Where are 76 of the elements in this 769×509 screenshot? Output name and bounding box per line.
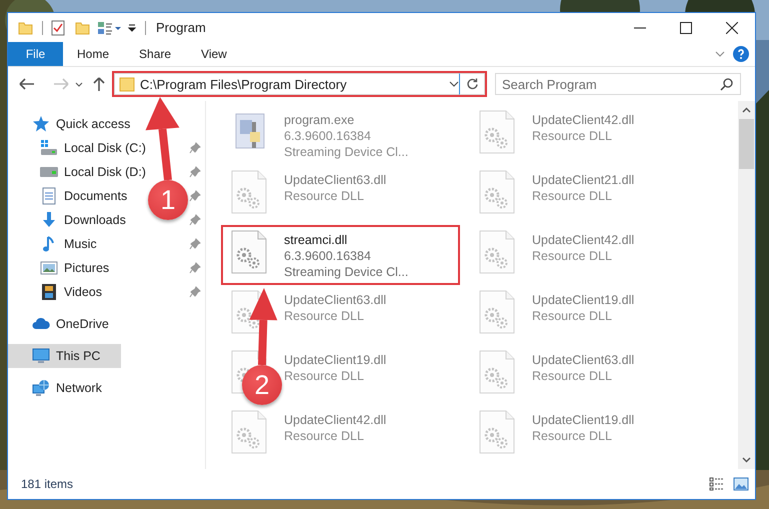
pin-icon[interactable] <box>189 238 201 250</box>
network-icon <box>32 379 50 397</box>
film-icon <box>40 283 58 301</box>
drive-icon <box>40 139 58 157</box>
close-icon[interactable] <box>726 22 738 34</box>
file-name: UpdateClient19.dll <box>532 292 634 308</box>
sidebar-item[interactable]: Documents <box>8 184 132 208</box>
sidebar-item[interactable]: Pictures <box>8 256 114 280</box>
sidebar-item[interactable]: Local Disk (D:) <box>8 160 150 184</box>
file-detail: Resource DLL <box>532 128 613 144</box>
pin-icon[interactable] <box>189 142 201 154</box>
search-icon <box>720 77 734 91</box>
ribbon-tab[interactable]: Share <box>124 42 186 66</box>
maximize-icon[interactable] <box>680 22 692 34</box>
file-name: UpdateClient42.dll <box>284 412 386 428</box>
file-detail: Resource DLL <box>532 308 613 324</box>
pin-icon[interactable] <box>189 286 201 298</box>
checklist-icon <box>51 20 65 36</box>
file-name: UpdateClient63.dll <box>284 172 386 188</box>
star-icon <box>32 115 50 133</box>
properties-icon <box>97 20 121 36</box>
up-arrow-icon[interactable] <box>92 76 106 92</box>
address-field[interactable]: C:\Program Files\Program Directory <box>114 73 459 95</box>
sidebar-item[interactable]: Local Disk (C:) <box>8 136 150 160</box>
monitor-icon <box>32 347 50 365</box>
sidebar-item[interactable]: Videos <box>8 280 106 304</box>
large-icons-view-icon[interactable] <box>733 477 749 491</box>
refresh-icon[interactable] <box>466 78 478 90</box>
file-name: UpdateClient42.dll <box>532 232 634 248</box>
file-name: UpdateClient42.dll <box>532 112 634 128</box>
sidebar-item[interactable]: OneDrive <box>8 312 113 336</box>
file-name: UpdateClient19.dll <box>284 352 386 368</box>
chevron-down-icon[interactable] <box>449 79 459 89</box>
file-detail: Streaming Device Cl... <box>284 144 408 160</box>
sidebar-item[interactable]: Quick access <box>8 112 134 136</box>
sidebar-item[interactable]: This PC <box>8 344 120 368</box>
ribbon-tab[interactable]: View <box>186 42 242 66</box>
scrollbar-thumb[interactable] <box>739 119 754 169</box>
file-detail: Resource DLL <box>284 368 365 384</box>
sidebar-item[interactable]: Network <box>8 376 106 400</box>
file-name: UpdateClient21.dll <box>532 172 634 188</box>
file-detail: Resource DLL <box>532 188 613 204</box>
details-view-icon[interactable] <box>709 477 725 491</box>
file-detail: 6.3.9600.16384 <box>284 128 372 144</box>
folder-icon <box>75 20 91 36</box>
document-icon <box>40 187 58 205</box>
search-field[interactable]: Search Program <box>495 73 741 95</box>
pin-icon[interactable] <box>189 214 201 226</box>
file-detail: Resource DLL <box>532 428 613 444</box>
file-detail: Resource DLL <box>532 368 613 384</box>
file-name: streamci.dll <box>284 232 348 248</box>
file-detail: 6.3.9600.16384 <box>284 248 372 264</box>
file-detail: Resource DLL <box>284 428 365 444</box>
item-count: 181 items <box>21 477 74 491</box>
file-detail: Resource DLL <box>284 188 365 204</box>
picture-frame-icon <box>40 259 58 277</box>
pin-icon[interactable] <box>189 190 201 202</box>
file-detail: Streaming Device Cl... <box>284 264 408 280</box>
down-arrow-icon <box>40 211 58 229</box>
file-menu-button[interactable]: File <box>8 42 63 66</box>
file-name: UpdateClient63.dll <box>284 292 386 308</box>
file-name: UpdateClient63.dll <box>532 352 634 368</box>
folder-icon <box>18 20 34 36</box>
pin-icon[interactable] <box>189 262 201 274</box>
file-name: program.exe <box>284 112 356 128</box>
window-title: Program <box>156 20 206 35</box>
file-detail: Resource DLL <box>532 248 613 264</box>
help-icon[interactable] <box>733 46 749 62</box>
pin-icon[interactable] <box>189 166 201 178</box>
file-detail: Resource DLL <box>284 308 365 324</box>
refresh-button[interactable] <box>459 73 485 95</box>
sidebar-item[interactable]: Downloads <box>8 208 130 232</box>
ribbon-tab[interactable]: Home <box>63 42 124 66</box>
sidebar-item[interactable]: Music <box>8 232 101 256</box>
folder-icon <box>119 76 135 92</box>
file-name: UpdateClient19.dll <box>532 412 634 428</box>
